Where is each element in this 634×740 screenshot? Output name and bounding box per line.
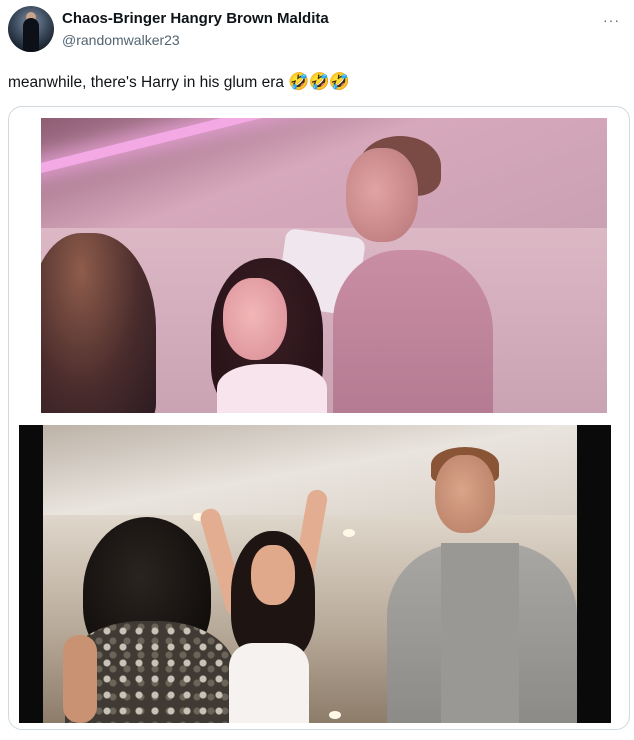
more-options-icon[interactable]: ··· [603,12,620,28]
woman-face [251,545,295,605]
tweet-text: meanwhile, there's Harry in his glum era… [8,72,350,92]
man-jacket [333,250,493,413]
media-card[interactable] [8,106,630,730]
ceiling-light [329,711,341,719]
ceiling-light [343,529,355,537]
tweet-header: Chaos-Bringer Hangry Brown Maldita @rand… [8,6,624,56]
arm [63,635,97,723]
tweet-text-body: meanwhile, there's Harry in his glum era [8,74,285,91]
woman-face [223,278,287,360]
avatar-figure-body [23,18,39,52]
photo-top[interactable] [41,118,607,413]
laughing-emoji: 🤣🤣🤣 [288,72,350,91]
man-face [346,148,418,242]
photo-bottom[interactable] [19,425,611,723]
woman-top [229,643,309,723]
ceiling [41,118,607,228]
man-face [435,455,495,533]
woman-top [217,364,327,413]
avatar[interactable] [8,6,54,52]
scene [43,425,577,723]
author-handle[interactable]: @randomwalker23 [62,32,180,48]
man-shirt [441,543,519,723]
author-display-name[interactable]: Chaos-Bringer Hangry Brown Maldita [62,10,329,27]
